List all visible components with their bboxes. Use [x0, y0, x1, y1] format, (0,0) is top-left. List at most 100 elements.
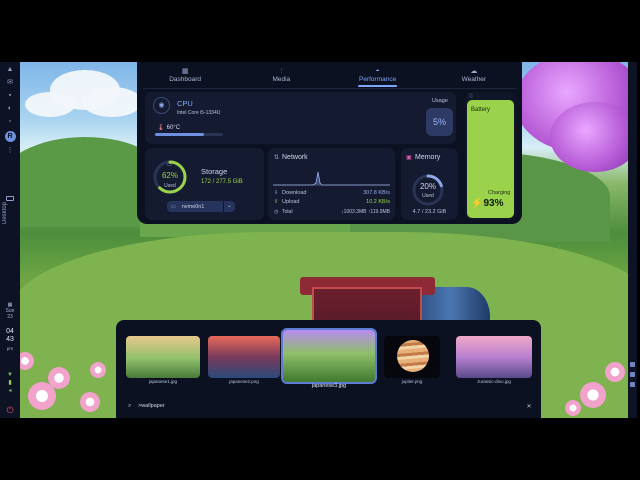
history-icon: ◷ [274, 209, 279, 215]
clock: 04 43 [0, 328, 20, 344]
network-upload-row: ⇧ Upload 10.2 KB/s [274, 199, 390, 205]
memory-title: Memory [415, 154, 441, 161]
sliders-icon: ⫶ [280, 68, 283, 75]
search-input[interactable]: >wallpaper [138, 403, 524, 409]
settings-icon[interactable] [630, 372, 635, 377]
disk-icon: ▭ [167, 162, 172, 168]
battery-icon[interactable]: ▮ [6, 380, 14, 386]
tab-bar: ▦ Dashboard ⫶ Media ◓ Performance ☁ Weat… [137, 66, 522, 88]
cpu-model: Intel Core i5-1334U [177, 110, 221, 116]
wallpaper-thumb-japanese3[interactable] [281, 328, 377, 384]
terminal-icon[interactable]: ▫ [6, 118, 14, 126]
date-num: 23 [7, 314, 13, 320]
tab-performance[interactable]: ◓ Performance [330, 66, 426, 88]
tab-label: Performance [359, 76, 397, 83]
chevron-down-icon[interactable]: ⌄ [223, 201, 235, 212]
launcher-icon[interactable]: ▲ [6, 66, 14, 74]
wallpaper-thumb-japanese1[interactable] [126, 336, 200, 378]
gauge-icon: ◓ [375, 68, 380, 75]
tab-weather[interactable]: ☁ Weather [426, 66, 522, 88]
download-label: Download [282, 190, 307, 196]
wallpaper-thumb-jurassic-dino[interactable] [456, 336, 532, 378]
screen: ▲ ✉ ▪ ◐ ▫ R ⋮ Desktop ▦ Sun 23 04 43 pm … [0, 0, 640, 480]
clock-minutes: 43 [6, 336, 14, 343]
upload-icon: ⇧ [274, 199, 279, 205]
thermometer-icon: 🌡 [157, 125, 165, 131]
tab-label: Media [272, 76, 291, 83]
cpu-temperature-value: 60°C [166, 125, 181, 131]
cpu-temperature: 🌡 60°C [157, 124, 180, 131]
memory-used-label: Used [422, 193, 434, 199]
notification-icon[interactable] [630, 362, 635, 367]
download-icon: ⇩ [274, 190, 279, 196]
storage-value: 172 / 277.5 GiB [201, 179, 243, 185]
battery-percent-value: 93% [483, 198, 504, 209]
storage-card: ▭ 62% Used Storage 172 / 277.5 GiB ▭ nvm… [145, 148, 264, 220]
mail-icon[interactable]: ✉ [6, 79, 14, 87]
battery-status: Charging [488, 190, 511, 196]
network-card: ⇅ Network ⇩ Download 307.8 KB/s ⇧ Upload… [268, 148, 395, 220]
date-display: ▦ Sun 23 [0, 302, 20, 320]
network-download-row: ⇩ Download 307.8 KB/s [274, 190, 390, 196]
folder-icon[interactable]: ▪ [6, 92, 14, 100]
cpu-temp-bar [155, 133, 223, 136]
battery-title: Battery [471, 107, 491, 113]
thumb-label: jupiter.png [401, 379, 423, 384]
grid-icon: ▦ [181, 68, 189, 75]
dots-icon[interactable]: ⋮ [6, 147, 14, 155]
desktop-label[interactable]: Desktop [2, 202, 8, 224]
search-bar[interactable]: ⌕ >wallpaper ✕ [124, 398, 534, 414]
storage-percent: 62% [161, 171, 178, 180]
cloud-icon: ☁ [470, 68, 478, 75]
memory-card: ▣ Memory 20% Used 4.7 / 23.2 GiB [401, 148, 458, 220]
tab-label: Dashboard [169, 76, 202, 83]
tab-media[interactable]: ⫶ Media [233, 66, 329, 88]
battery-cap-icon [469, 93, 473, 98]
network-title: Network [282, 154, 308, 161]
battery-percent: ⚡93% [471, 198, 503, 209]
bolt-icon: ⚡ [471, 198, 484, 209]
search-icon: ⌕ [128, 402, 132, 409]
wifi-icon[interactable]: ▼ [6, 372, 14, 378]
clock-hours: 04 [6, 328, 14, 335]
left-sidebar: ▲ ✉ ▪ ◐ ▫ R ⋮ Desktop ▦ Sun 23 04 43 pm … [0, 62, 20, 418]
download-value: 307.8 KB/s [363, 190, 390, 196]
memory-icon: ▣ [406, 155, 412, 161]
tab-dashboard[interactable]: ▦ Dashboard [137, 66, 233, 88]
desktop-icon [6, 196, 14, 201]
drive-label: nvme0n1 [181, 203, 205, 210]
thumb-label: japanese2.png [229, 379, 259, 384]
thumb-label: japanese3.jpg [311, 383, 347, 389]
cpu-usage-label: Usage [432, 98, 448, 104]
cpu-temp-bar-fill [155, 133, 204, 136]
planet-image [397, 340, 429, 372]
widget-icon[interactable] [630, 382, 635, 387]
clock-ampm: pm [6, 346, 14, 351]
right-panel-strip [628, 62, 637, 418]
browser-icon[interactable]: ◐ [6, 105, 14, 113]
thumb-label: Jurassic-dino.jpg [477, 379, 511, 384]
volume-icon[interactable]: ◂ [6, 388, 14, 394]
wallpaper-thumb-japanese2[interactable] [208, 336, 280, 378]
power-icon[interactable]: ⏻ [5, 405, 15, 415]
drive-select[interactable]: ▭ nvme0n1 ⌄ [167, 201, 235, 212]
total-label: Total [282, 209, 293, 215]
close-icon[interactable]: ✕ [524, 403, 534, 410]
cpu-card: ◉ CPU Intel Core i5-1334U 🌡 60°C Usage 5% [145, 92, 456, 144]
network-icon: ⇅ [274, 155, 280, 161]
wallpaper-thumb-jupiter[interactable] [384, 336, 440, 378]
memory-percent: 20% [419, 182, 436, 191]
cpu-title: CPU [177, 99, 193, 108]
workspace-icon[interactable]: R [4, 131, 16, 142]
thumb-label: japanese1.jpg [148, 379, 178, 384]
cpu-usage-value: 5% [426, 108, 453, 136]
upload-value: 10.2 KB/s [366, 199, 390, 205]
network-graph [273, 171, 390, 186]
network-total-row: ◷ Total ↓1003.3MB ↑119.9MB [274, 209, 390, 215]
storage-title: Storage [201, 167, 228, 176]
cpu-chip-icon: ◉ [153, 97, 170, 114]
total-value: ↓1003.3MB ↑119.9MB [341, 209, 390, 215]
storage-used-label: Used [164, 183, 176, 189]
upload-label: Upload [282, 199, 300, 205]
battery-card: Battery Charging ⚡93% [465, 92, 516, 220]
